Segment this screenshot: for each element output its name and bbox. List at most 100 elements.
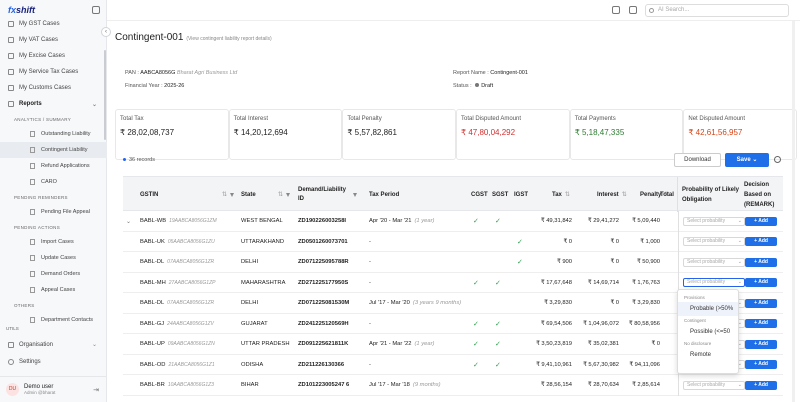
cell-demand-id[interactable]: ZD071225081530M [298, 293, 349, 314]
sidebar-scrollbar[interactable] [104, 50, 106, 140]
cell-demand-id[interactable]: ZD241225120569H [298, 314, 349, 335]
table-row[interactable]: BABL-UK 05AABCA8056G1ZU UTTARAKHAND ZD05012… [123, 231, 783, 253]
col-tax-period[interactable]: Tax Period [369, 177, 399, 212]
filter-icon[interactable] [230, 192, 235, 197]
cell-demand-id[interactable]: ZD071225095788R [298, 252, 349, 273]
sidebar: fxshift My GST Cases My VAT Cases My Exc… [0, 0, 107, 402]
dropdown-option-probable[interactable]: Probable (>50% [678, 302, 738, 316]
sidebar-item-outstanding-liability[interactable]: Outstanding Liability [0, 126, 107, 142]
cell-demand-id[interactable]: ZD211226130366 [298, 355, 344, 376]
sidebar-item-gst[interactable]: My GST Cases [0, 16, 107, 32]
add-remark-button[interactable]: + Add [745, 257, 777, 267]
download-button[interactable]: Download [674, 153, 721, 167]
sidebar-item-pending-file-appeal[interactable]: Pending File Appeal [0, 204, 107, 220]
dropdown-option-remote[interactable]: Remote [678, 348, 738, 362]
probability-select[interactable]: Select probability⌄ [683, 380, 745, 390]
col-demand-id[interactable]: Demand/Liability ID [298, 177, 353, 212]
add-remark-button[interactable]: + Add [745, 380, 777, 390]
cell-demand-id[interactable]: ZD101223005247 6 [298, 375, 349, 396]
cell-demand-id[interactable]: ZD190226003258I [298, 211, 346, 232]
probability-select[interactable]: Select probability⌄ [683, 257, 745, 267]
cell-demand-id[interactable]: ZD091225621811K [298, 334, 348, 355]
sidebar-item-update-cases[interactable]: Update Cases [0, 250, 107, 266]
card-amount: ₹ 28,02,08,737 [120, 128, 175, 137]
status-dot-icon [475, 83, 480, 87]
sidebar-item-vat[interactable]: My VAT Cases [0, 32, 107, 48]
app-logo[interactable]: fxshift [8, 5, 35, 15]
sort-icon[interactable] [350, 177, 357, 212]
sort-icon[interactable]: ⇅ [219, 177, 235, 212]
logout-icon[interactable]: ⇥ [93, 386, 99, 394]
cell-demand-id[interactable]: ZD0501260073701 [298, 232, 348, 253]
user-role: Admin @bharat [24, 390, 56, 395]
cell-tax-period: Jul '17 - Mar '20 (3 years 9 months) [369, 300, 462, 307]
cgst-check-icon: ✓ [473, 341, 479, 349]
table-row[interactable]: ⌄ BABL-WB 19AABCA8056G1ZM WEST BENGAL ZD1902… [123, 211, 783, 232]
sidebar-item-organisation[interactable]: Organisation ⌄ [0, 336, 107, 353]
cell-gstin: BABL-WB 19AABCA8056G1ZM [140, 218, 217, 225]
sidebar-item-service-tax[interactable]: My Service Tax Cases [0, 64, 107, 80]
notes-icon[interactable] [612, 6, 620, 14]
card-amount: ₹ 5,18,47,335 [574, 128, 625, 137]
sidebar-item-settings[interactable]: Settings [0, 353, 107, 370]
chevron-down-icon[interactable]: ⌄ [126, 211, 131, 232]
sort-icon[interactable]: ⇅ [275, 177, 291, 212]
probability-select[interactable]: Select probability⌄ [683, 278, 745, 288]
col-probability: Probability of Likely Obligation [677, 177, 741, 212]
gear-icon[interactable] [774, 156, 781, 163]
cell-tax: ₹ 900 [557, 259, 572, 266]
collapse-sidebar-icon[interactable]: ‹ [101, 27, 111, 37]
sidebar-item-caro[interactable]: CARO [0, 174, 107, 190]
table-row[interactable]: BABL-BR 10AABCA8056G1Z3 BIHAR ZD10122300524… [123, 375, 783, 396]
cell-penalty: ₹ 94,11,096 [629, 361, 660, 368]
sidebar-item-import-cases[interactable]: Import Cases [0, 234, 107, 250]
cell-decision: + Add [745, 252, 777, 273]
gear-icon [8, 358, 14, 365]
save-button[interactable]: Save ⌄ [725, 153, 769, 167]
probability-select[interactable]: Select probability⌄ [683, 216, 745, 226]
dropdown-option-possible[interactable]: Possible (<=50 [678, 325, 738, 339]
cell-tax: ₹ 69,54,506 [540, 320, 572, 327]
add-remark-button[interactable]: + Add [745, 319, 777, 329]
add-remark-button[interactable]: + Add [745, 339, 777, 349]
sidebar-item-excise[interactable]: My Excise Cases [0, 48, 107, 64]
filter-icon[interactable] [286, 192, 291, 197]
probability-select[interactable]: Select probability⌄ [683, 237, 745, 247]
sidebar-toggle-icon[interactable] [92, 6, 100, 14]
add-remark-button[interactable]: + Add [745, 298, 777, 308]
cell-demand-id[interactable]: ZD271225177950S [298, 273, 348, 294]
add-remark-button[interactable]: + Add [745, 237, 777, 247]
add-remark-button[interactable]: + Add [745, 360, 777, 370]
cell-penalty: ₹ 1,000 [640, 238, 660, 245]
add-remark-button[interactable]: + Add [745, 278, 777, 288]
filter-icon[interactable] [353, 192, 357, 197]
report-name-row: Report Name : Contingent-001 [453, 70, 528, 76]
col-tax[interactable]: Tax ⇅ [552, 177, 570, 212]
sidebar-item-appeal-cases[interactable]: Appeal Cases [0, 282, 107, 298]
user-profile[interactable]: DU Demo user Admin @bharat ⇥ [0, 376, 107, 402]
table-row[interactable]: BABL-DL 07AABCA8056G1ZR DELHI ZD07122509578… [123, 252, 783, 273]
add-remark-button[interactable]: + Add [745, 216, 777, 226]
col-total[interactable]: Total [660, 177, 674, 212]
sidebar-item-refund-applications[interactable]: Refund Applications [0, 158, 107, 174]
col-state[interactable]: State [241, 177, 256, 212]
cell-state: UTTAR PRADESH [241, 341, 290, 348]
dropdown-group-label: Contingent [684, 318, 706, 323]
sidebar-item-contingent-liability[interactable]: Contingent Liability [0, 142, 107, 158]
col-interest[interactable]: Interest ⇅ [597, 177, 627, 212]
search-input[interactable]: AI Search... [645, 4, 789, 17]
cell-tax: ₹ 3,50,23,819 [536, 341, 572, 348]
page-scrollbar[interactable] [792, 21, 795, 402]
col-gstin[interactable]: GSTIN [140, 177, 158, 212]
case-icon [8, 85, 14, 91]
summary-card: Total Payments ₹ 5,18,47,335 [569, 109, 684, 160]
sidebar-item-customs[interactable]: My Customs Cases [0, 80, 107, 96]
calendar-icon[interactable] [629, 6, 637, 14]
sidebar-item-demand-orders[interactable]: Demand Orders [0, 266, 107, 282]
status-row: Status : Draft [453, 83, 494, 89]
cell-interest: ₹ 0 [610, 300, 619, 307]
cell-penalty: ₹ 2,85,614 [632, 382, 660, 389]
cell-gstin: BABL-BR 10AABCA8056G1Z3 [140, 382, 214, 389]
sgst-check-icon: ✓ [495, 279, 501, 287]
sidebar-item-reports[interactable]: Reports ⌄ [0, 96, 107, 112]
